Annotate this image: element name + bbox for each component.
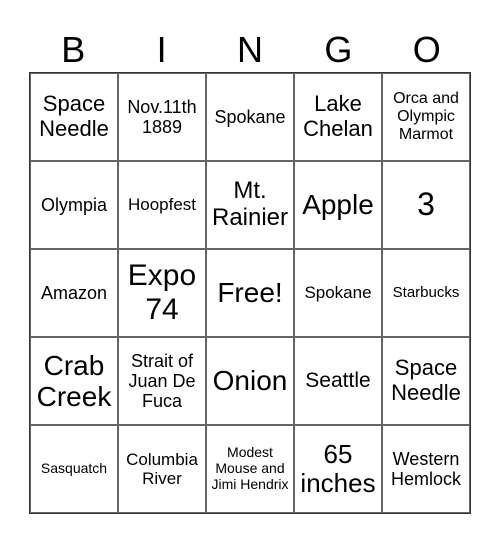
bingo-cell[interactable]: Spokane (294, 249, 382, 337)
bingo-cell[interactable]: Onion (206, 337, 294, 425)
bingo-cell[interactable]: Apple (294, 161, 382, 249)
bingo-cell[interactable]: Amazon (30, 249, 118, 337)
bingo-cell[interactable]: Olympia (30, 161, 118, 249)
header-letter-b: B (61, 29, 86, 70)
bingo-cell[interactable]: Modest Mouse and Jimi Hendrix (206, 425, 294, 513)
free-space[interactable]: Free! (206, 249, 294, 337)
header-letter-n: N (236, 29, 263, 70)
header-letter-o: O (412, 29, 441, 70)
bingo-cell[interactable]: Expo 74 (118, 249, 206, 337)
bingo-cell[interactable]: 3 (382, 161, 470, 249)
bingo-card: Space Needle Nov.11th 1889 Spokane Lake … (29, 72, 471, 514)
bingo-cell[interactable]: Lake Chelan (294, 73, 382, 161)
bingo-cell[interactable]: Columbia River (118, 425, 206, 513)
bingo-cell[interactable]: Western Hemlock (382, 425, 470, 513)
bingo-cell[interactable]: Mt. Rainier (206, 161, 294, 249)
bingo-cell[interactable]: Orca and Olympic Marmot (382, 73, 470, 161)
bingo-cell[interactable]: Spokane (206, 73, 294, 161)
bingo-header: B I N G O (29, 28, 471, 72)
bingo-cell[interactable]: Space Needle (382, 337, 470, 425)
header-letter-i: I (156, 29, 167, 70)
bingo-cell[interactable]: Crab Creek (30, 337, 118, 425)
bingo-cell[interactable]: Nov.11th 1889 (118, 73, 206, 161)
bingo-cell[interactable]: Strait of Juan De Fuca (118, 337, 206, 425)
bingo-cell[interactable]: Seattle (294, 337, 382, 425)
bingo-cell[interactable]: 65 inches (294, 425, 382, 513)
bingo-cell[interactable]: Hoopfest (118, 161, 206, 249)
bingo-cell[interactable]: Starbucks (382, 249, 470, 337)
bingo-cell[interactable]: Space Needle (30, 73, 118, 161)
header-letter-g: G (324, 29, 353, 70)
bingo-cell[interactable]: Sasquatch (30, 425, 118, 513)
